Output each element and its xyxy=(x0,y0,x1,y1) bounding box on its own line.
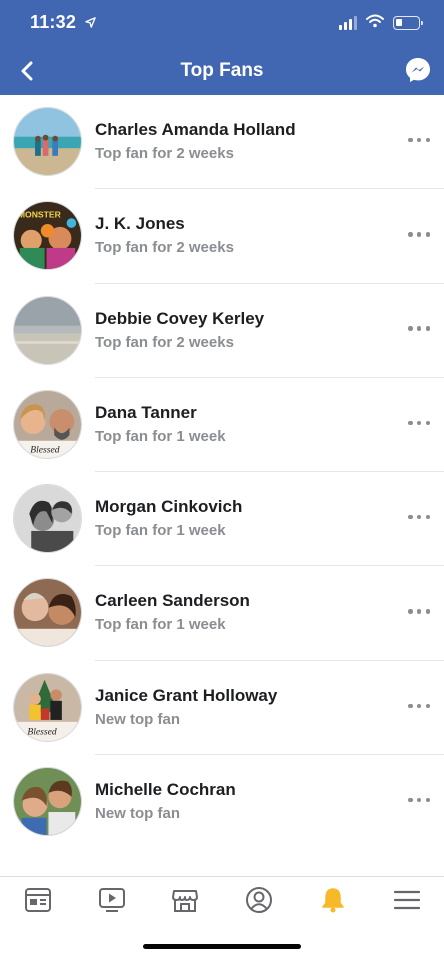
fan-status: Top fan for 1 week xyxy=(95,522,226,540)
cellular-signal-icon xyxy=(339,16,357,30)
fan-name[interactable]: Carleen Sanderson xyxy=(95,591,250,611)
more-options-icon[interactable] xyxy=(408,133,430,147)
status-icons xyxy=(339,14,423,33)
fan-row[interactable]: Morgan Cinkovich Top fan for 1 week xyxy=(0,472,444,567)
avatar[interactable]: Blessed xyxy=(13,389,82,459)
avatar-text: Blessed xyxy=(27,726,56,737)
fan-status: Top fan for 1 week xyxy=(95,616,226,634)
fan-status: Top fan for 1 week xyxy=(95,427,226,445)
fan-name[interactable]: Debbie Covey Kerley xyxy=(95,309,264,329)
avatar[interactable] xyxy=(13,767,82,837)
news-feed-icon xyxy=(25,888,51,912)
header: 11:32 Top Fans xyxy=(0,0,444,95)
status-bar-time: 11:32 xyxy=(30,12,97,33)
fan-status: New top fan xyxy=(95,805,180,823)
battery-icon xyxy=(393,16,423,30)
page-title: Top Fans xyxy=(180,60,264,81)
fan-row[interactable]: Carleen Sanderson Top fan for 1 week xyxy=(0,566,444,661)
more-options-icon[interactable] xyxy=(408,227,430,241)
avatar[interactable]: MONSTER xyxy=(13,201,82,271)
status-time-text: 11:32 xyxy=(30,12,77,32)
wifi-icon xyxy=(366,14,384,33)
home-indicator[interactable] xyxy=(143,944,301,949)
fan-status: Top fan for 2 weeks xyxy=(95,145,234,162)
bottom-tab-bar xyxy=(0,876,444,926)
watch-icon xyxy=(99,888,125,912)
messenger-button[interactable] xyxy=(404,56,432,84)
more-options-icon[interactable] xyxy=(408,793,430,807)
avatar[interactable] xyxy=(13,484,82,554)
fan-name[interactable]: Michelle Cochran xyxy=(95,780,236,800)
fan-name[interactable]: Morgan Cinkovich xyxy=(95,497,242,517)
profile-icon xyxy=(246,887,272,913)
top-fans-list: Charles Amanda Holland Top fan for 2 wee… xyxy=(0,95,444,849)
avatar-text: Blessed xyxy=(30,444,59,455)
more-options-icon[interactable] xyxy=(408,416,430,430)
avatar-text: MONSTER xyxy=(18,210,62,220)
avatar[interactable] xyxy=(13,107,82,176)
fan-row[interactable]: Michelle Cochran New top fan xyxy=(0,755,444,849)
fan-row[interactable]: Blessed Dana Tanner Top fan for 1 week xyxy=(0,378,444,473)
tab-watch[interactable] xyxy=(97,885,127,915)
tab-notifications[interactable] xyxy=(318,885,348,915)
avatar[interactable] xyxy=(13,295,82,365)
marketplace-icon xyxy=(172,890,198,912)
more-options-icon[interactable] xyxy=(408,699,430,713)
avatar[interactable]: Blessed xyxy=(13,672,82,742)
fan-status: New top fan xyxy=(95,710,180,728)
fan-row[interactable]: Debbie Covey Kerley Top fan for 2 weeks xyxy=(0,284,444,378)
more-options-icon[interactable] xyxy=(408,322,430,336)
tab-profile[interactable] xyxy=(244,885,274,915)
avatar[interactable] xyxy=(13,578,82,648)
tab-menu[interactable] xyxy=(392,885,422,915)
fan-name[interactable]: Janice Grant Holloway xyxy=(95,686,277,706)
fan-status: Top fan for 2 weeks xyxy=(95,239,234,257)
fan-row[interactable]: Blessed Janice Grant Holloway New top fa… xyxy=(0,661,444,756)
tab-news-feed[interactable] xyxy=(23,885,53,915)
fan-status: Top fan for 2 weeks xyxy=(95,333,234,351)
more-options-icon[interactable] xyxy=(408,604,430,618)
top-fans-screen: 11:32 Top Fans Charles Amanda Holland To… xyxy=(0,0,444,960)
messenger-icon xyxy=(406,58,430,82)
tab-marketplace[interactable] xyxy=(170,885,200,915)
fan-name[interactable]: Charles Amanda Holland xyxy=(95,120,296,140)
location-arrow-icon xyxy=(85,16,97,31)
more-options-icon[interactable] xyxy=(408,510,430,524)
fan-row[interactable]: Charles Amanda Holland Top fan for 2 wee… xyxy=(0,95,444,190)
fan-row[interactable]: MONSTER J. K. Jones Top fan for 2 weeks xyxy=(0,189,444,284)
fan-name[interactable]: Dana Tanner xyxy=(95,403,197,423)
menu-icon xyxy=(394,890,420,910)
notifications-bell-icon xyxy=(322,888,344,913)
fan-name[interactable]: J. K. Jones xyxy=(95,214,185,234)
